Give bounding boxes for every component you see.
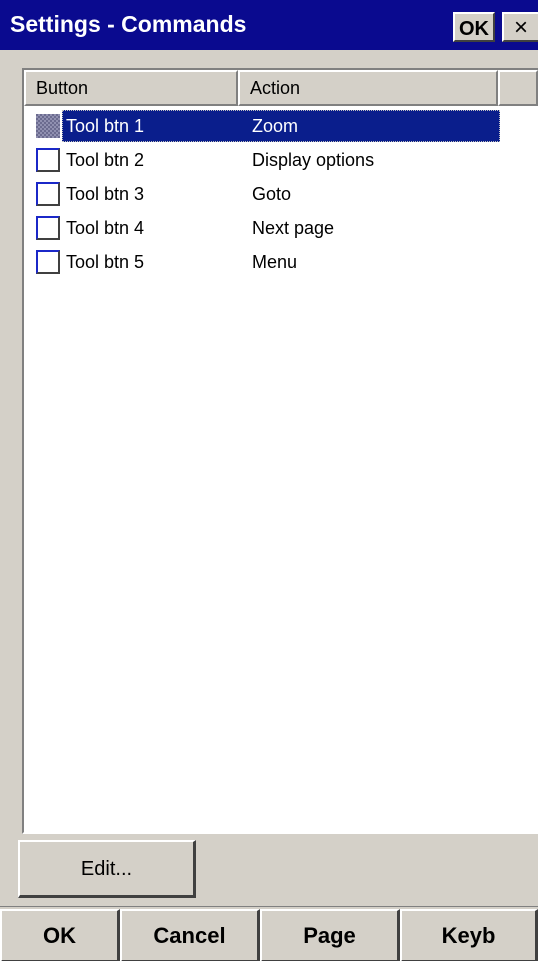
commands-list[interactable]: Button Action Tool btn 1 Zoom Tool btn 2… [22,68,538,834]
title-bar: Settings - Commands OK × [0,0,538,50]
row-button-name: Tool btn 1 [66,116,145,136]
list-item[interactable]: Tool btn 3 Goto [32,178,500,210]
column-header-button[interactable]: Button [24,70,238,106]
list-item[interactable]: Tool btn 2 Display options [32,144,500,176]
list-item[interactable]: Tool btn 5 Menu [32,246,500,278]
row-action: Goto [252,184,292,204]
button-icon [36,250,60,274]
edit-button[interactable]: Edit... [18,840,196,898]
softkey-bar: OK Cancel Page Keyb [0,906,538,961]
row-button-name: Tool btn 2 [66,150,145,170]
row-action: Menu [252,252,298,272]
row-action: Zoom [252,116,299,136]
window-title: Settings - Commands [10,11,247,37]
list-item[interactable]: Tool btn 1 Zoom [32,110,500,142]
button-icon [36,114,60,138]
page-softkey[interactable]: Page [260,909,400,961]
button-icon [36,148,60,172]
title-ok-button[interactable]: OK [453,12,495,42]
row-button-name: Tool btn 5 [66,252,145,272]
close-icon[interactable]: × [502,12,538,42]
list-header: Button Action [24,70,538,106]
row-action: Next page [252,218,335,238]
button-icon [36,216,60,240]
settings-commands-window: Settings - Commands OK × Button Action T… [0,0,538,961]
keyboard-softkey[interactable]: Keyb [400,909,538,961]
button-icon [36,182,60,206]
list-item[interactable]: Tool btn 4 Next page [32,212,500,244]
cancel-softkey[interactable]: Cancel [120,909,260,961]
column-header-filler [498,70,538,106]
column-header-action[interactable]: Action [238,70,498,106]
row-action: Display options [252,150,375,170]
row-button-name: Tool btn 3 [66,184,145,204]
ok-softkey[interactable]: OK [0,909,120,961]
row-button-name: Tool btn 4 [66,218,145,238]
